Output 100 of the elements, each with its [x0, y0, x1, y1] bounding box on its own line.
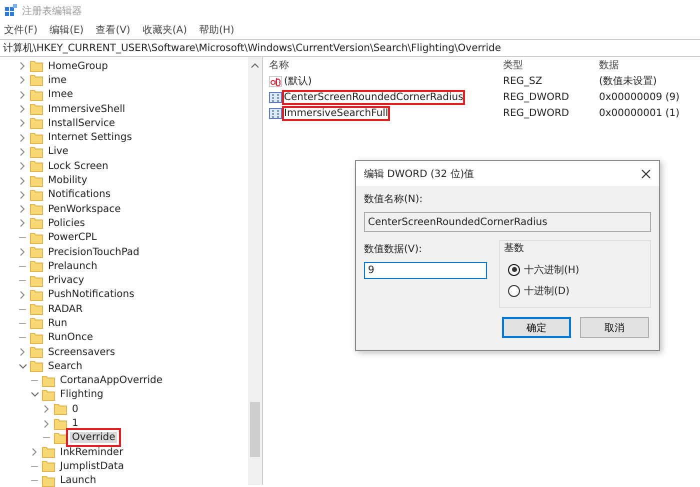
- folder-icon: [30, 188, 43, 201]
- tree-line-icon: [19, 280, 26, 282]
- dialog-button[interactable]: 确定: [502, 317, 571, 338]
- value-name[interactable]: (默认): [284, 74, 312, 88]
- folder-icon: [30, 217, 43, 230]
- value-type: REG_SZ: [503, 76, 544, 86]
- string-value-icon: [269, 76, 282, 86]
- menu-item[interactable]: 编辑(E): [50, 23, 84, 37]
- tree-item[interactable]: Search: [46, 360, 84, 372]
- tree-item[interactable]: InstallService: [46, 118, 118, 129]
- chevron-down-icon[interactable]: [30, 392, 38, 398]
- scrollbar[interactable]: [248, 57, 262, 485]
- tree-item[interactable]: Flighting: [58, 389, 106, 400]
- chevron-right-icon[interactable]: [20, 248, 25, 256]
- tree-line-icon: [19, 337, 26, 338]
- value-name-field[interactable]: CenterScreenRoundedCornerRadius: [364, 212, 651, 232]
- value-type: REG_DWORD: [503, 108, 570, 118]
- chevron-right-icon[interactable]: [32, 448, 37, 456]
- folder-icon: [30, 332, 43, 344]
- tree-line-icon: [43, 437, 50, 438]
- close-icon[interactable]: [641, 168, 651, 178]
- column-header[interactable]: 类型: [503, 58, 599, 72]
- tree-item[interactable]: Prelaunch: [46, 260, 100, 272]
- folder-icon: [30, 88, 43, 101]
- menu-item[interactable]: 文件(F): [4, 23, 38, 37]
- radio-button[interactable]: [508, 284, 520, 296]
- radio-button[interactable]: [508, 264, 520, 276]
- value-data: 0x00000009 (9): [599, 92, 681, 102]
- tree-item[interactable]: RADAR: [46, 304, 85, 315]
- menu-item[interactable]: 收藏夹(A): [142, 23, 187, 37]
- tree-item[interactable]: Lock Screen: [46, 160, 110, 172]
- column-header[interactable]: 名称: [269, 58, 503, 72]
- tree-item[interactable]: JumplistData: [58, 460, 126, 472]
- folder-icon: [42, 460, 55, 472]
- value-data-field[interactable]: 9: [364, 262, 487, 279]
- binary-value-icon: [269, 92, 282, 102]
- tree-item[interactable]: Privacy: [46, 275, 86, 286]
- tree-item[interactable]: ImmersiveShell: [46, 104, 128, 115]
- folder-icon: [30, 160, 43, 172]
- radio-label[interactable]: 十进制(D): [524, 284, 570, 298]
- value-data: (数值未设置): [599, 74, 658, 88]
- folder-icon: [42, 474, 55, 487]
- tree-line-icon: [19, 308, 26, 310]
- tree-item[interactable]: Live: [46, 146, 70, 158]
- binary-value-icon: [269, 108, 282, 118]
- tree-item[interactable]: Policies: [46, 218, 87, 229]
- folder-icon: [30, 146, 43, 158]
- tree-item[interactable]: PushNotifications: [46, 289, 136, 300]
- tree-item[interactable]: ime: [46, 74, 69, 86]
- folder-icon: [30, 246, 43, 258]
- tree-item[interactable]: Override: [70, 432, 118, 444]
- tree-line-icon: [31, 480, 38, 482]
- menu-item[interactable]: 帮助(H): [199, 23, 234, 37]
- folder-icon: [30, 132, 43, 144]
- scrollbar-thumb[interactable]: [250, 402, 260, 457]
- tree-item[interactable]: Internet Settings: [46, 132, 134, 144]
- dialog-button[interactable]: 取消: [580, 317, 649, 338]
- chevron-right-icon[interactable]: [20, 290, 25, 299]
- column-header[interactable]: 数据: [599, 58, 700, 72]
- tree-item[interactable]: Imee: [46, 89, 75, 100]
- scroll-up-icon[interactable]: [251, 63, 259, 68]
- tree-item[interactable]: RunOnce: [46, 332, 96, 344]
- tree-item[interactable]: PrecisionTouchPad: [46, 246, 142, 258]
- registry-app-icon: [4, 4, 17, 17]
- chevron-right-icon[interactable]: [20, 348, 25, 356]
- folder-icon: [30, 60, 43, 72]
- folder-icon: [54, 418, 67, 430]
- menu-item[interactable]: 查看(V): [96, 23, 130, 37]
- tree-item[interactable]: Notifications: [46, 189, 113, 200]
- folder-icon: [42, 388, 55, 401]
- tree-item[interactable]: 0: [70, 404, 80, 415]
- tree-item[interactable]: PenWorkspace: [46, 204, 123, 215]
- folder-icon: [30, 103, 43, 116]
- field-label: 数值数据(V):: [364, 244, 422, 255]
- chevron-down-icon[interactable]: [18, 364, 26, 369]
- tree-item[interactable]: PowerCPL: [46, 232, 99, 244]
- address-bar[interactable]: 计算机\HKEY_CURRENT_USER\Software\Microsoft\Windows\CurrentVersion\Search\Flighting\Override: [0, 39, 700, 57]
- folder-icon: [54, 432, 67, 444]
- value-type: REG_DWORD: [503, 92, 570, 102]
- tree-item[interactable]: InkReminder: [58, 446, 126, 458]
- value-name[interactable]: CenterScreenRoundedCornerRadius: [284, 92, 464, 102]
- folder-icon: [30, 317, 43, 330]
- tree-item[interactable]: Launch: [58, 475, 98, 486]
- tree-item[interactable]: CortanaAppOverride: [58, 375, 165, 386]
- tree-item[interactable]: Mobility: [46, 175, 90, 186]
- tree-line-icon: [31, 380, 38, 382]
- tree-line-icon: [31, 466, 38, 467]
- tree-item[interactable]: HomeGroup: [46, 60, 110, 72]
- value-name[interactable]: ImmersiveSearchFull: [284, 108, 388, 118]
- folder-icon: [30, 346, 43, 358]
- dialog-title: 编辑 DWORD (32 位)值: [364, 168, 474, 180]
- tree-item[interactable]: 1: [70, 418, 80, 430]
- folder-icon: [30, 174, 43, 187]
- group-label: 基数: [504, 242, 525, 255]
- folder-icon: [42, 374, 55, 387]
- radio-label[interactable]: 十六进制(H): [524, 262, 580, 276]
- folder-icon: [30, 117, 43, 130]
- tree-item[interactable]: Screensavers: [46, 346, 118, 358]
- tree-item[interactable]: Run: [46, 318, 70, 329]
- folder-icon: [42, 446, 55, 458]
